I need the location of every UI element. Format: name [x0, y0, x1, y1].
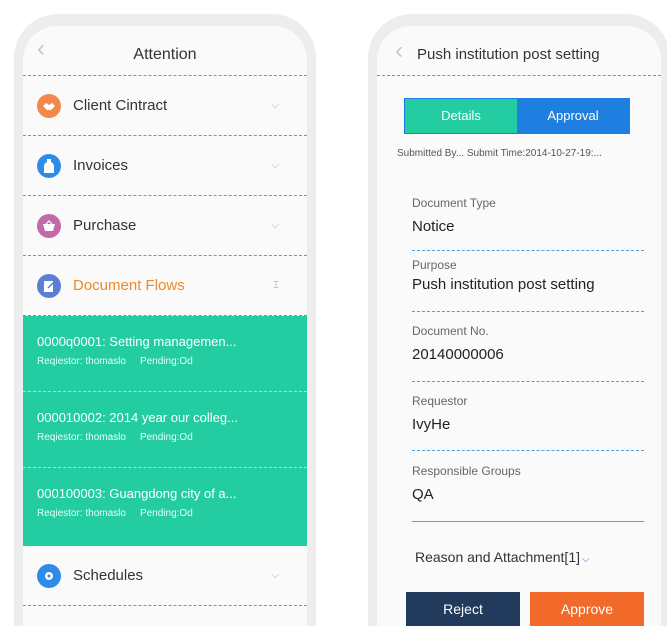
flow-meta: Reqiestor: thomaslo Pending:Od	[37, 508, 307, 519]
page-title: Push institution post setting	[417, 46, 600, 63]
chevron-down-icon: ⌵	[271, 100, 279, 111]
flow-status: Pending:Od	[139, 432, 193, 443]
field-requestor: Requestor IvyHe	[412, 394, 644, 451]
attention-header: ‹ Attention	[23, 26, 307, 76]
flow-requestor: Reqiestor: thomaslo	[37, 356, 126, 367]
right-phone-frame: ‹ Push institution post setting Details …	[368, 14, 667, 626]
document-flow-list: 0000q0001: Setting managemen... Reqiesto…	[23, 316, 307, 546]
chevron-down-icon: ⌵	[271, 570, 279, 581]
field-purpose: Purpose Push institution post setting	[412, 258, 644, 312]
attention-screen: ‹ Attention Client Cintract ⌵ Invoices ⌵…	[23, 26, 307, 626]
approve-button[interactable]: Approve	[530, 592, 644, 626]
flow-title: 000100003: Guangdong city of a...	[37, 486, 237, 501]
field-document-type: Document Type Notice	[412, 196, 644, 251]
field-label: Document Type	[412, 196, 496, 210]
back-chevron-icon[interactable]: ‹	[37, 34, 45, 64]
field-document-no: Document No. 20140000006	[412, 324, 644, 382]
field-label: Requestor	[412, 394, 468, 408]
page-title: Attention	[133, 46, 197, 63]
section-document-flows[interactable]: Document Flows ⌶	[23, 256, 307, 316]
basket-icon	[37, 213, 61, 238]
flow-title: 0000q0001: Setting managemen...	[37, 334, 237, 349]
reason-label: Reason and Attachment[1]	[415, 549, 580, 565]
section-purchase[interactable]: Purchase ⌵	[23, 196, 307, 256]
field-value: IvyHe	[412, 416, 451, 433]
field-value: QA	[412, 486, 434, 503]
list-item[interactable]: 000100003: Guangdong city of a... Reqies…	[23, 468, 307, 546]
schedule-icon	[37, 563, 61, 588]
chevron-down-icon: ⌵	[271, 220, 279, 231]
post-setting-screen: ‹ Push institution post setting Details …	[377, 26, 661, 626]
flow-meta: Reqiestor: thomaslo Pending:Od	[37, 356, 307, 367]
section-label: Schedules	[73, 567, 144, 584]
section-label: Purchase	[73, 217, 137, 234]
reject-button[interactable]: Reject	[406, 592, 520, 626]
section-invoices[interactable]: Invoices ⌵	[23, 136, 307, 196]
field-value: Notice	[412, 218, 455, 235]
flow-meta: Reqiestor: thomaslo Pending:Od	[37, 432, 307, 443]
section-label: Client Cintract	[73, 97, 168, 114]
flow-status: Pending:Od	[139, 356, 193, 367]
section-client-contract[interactable]: Client Cintract ⌵	[23, 76, 307, 136]
chevron-down-icon: ⌵	[271, 160, 279, 171]
list-item[interactable]: 0000q0001: Setting managemen... Reqiesto…	[23, 316, 307, 392]
flow-requestor: Reqiestor: thomaslo	[37, 432, 126, 443]
field-value: 20140000006	[412, 346, 504, 363]
section-label: Document Flows	[73, 277, 185, 294]
flow-status: Pending:Od	[139, 508, 193, 519]
reason-attachment-toggle[interactable]: Reason and Attachment[1] ⌵	[415, 549, 590, 565]
handshake-icon	[37, 93, 61, 118]
field-label: Document No.	[412, 324, 489, 338]
document-icon	[37, 273, 61, 298]
section-label: Invoices	[73, 157, 129, 174]
chevron-up-icon: ⌶	[273, 280, 279, 291]
field-responsible-groups: Responsible Groups QA	[412, 464, 644, 522]
field-label: Purpose	[412, 258, 457, 272]
back-chevron-icon[interactable]: ‹	[395, 36, 403, 66]
flow-requestor: Reqiestor: thomaslo	[37, 508, 126, 519]
field-value: Push institution post setting	[412, 276, 595, 293]
segmented-tabs: Details Approval	[404, 98, 630, 134]
list-item[interactable]: 000010002: 2014 year our colleg... Reqie…	[23, 392, 307, 468]
flow-title: 000010002: 2014 year our colleg...	[37, 410, 238, 425]
chevron-down-icon: ⌵	[582, 554, 590, 565]
bottle-icon	[37, 153, 61, 178]
tab-details[interactable]: Details	[405, 99, 517, 133]
submitted-info: Submitted By... Submit Time:2014-10-27-1…	[397, 148, 602, 159]
left-phone-frame: ‹ Attention Client Cintract ⌵ Invoices ⌵…	[14, 14, 316, 626]
field-label: Responsible Groups	[412, 464, 521, 478]
post-setting-header: ‹ Push institution post setting	[377, 26, 661, 76]
section-schedules[interactable]: Schedules ⌵	[23, 546, 307, 606]
tab-approval[interactable]: Approval	[517, 99, 629, 133]
